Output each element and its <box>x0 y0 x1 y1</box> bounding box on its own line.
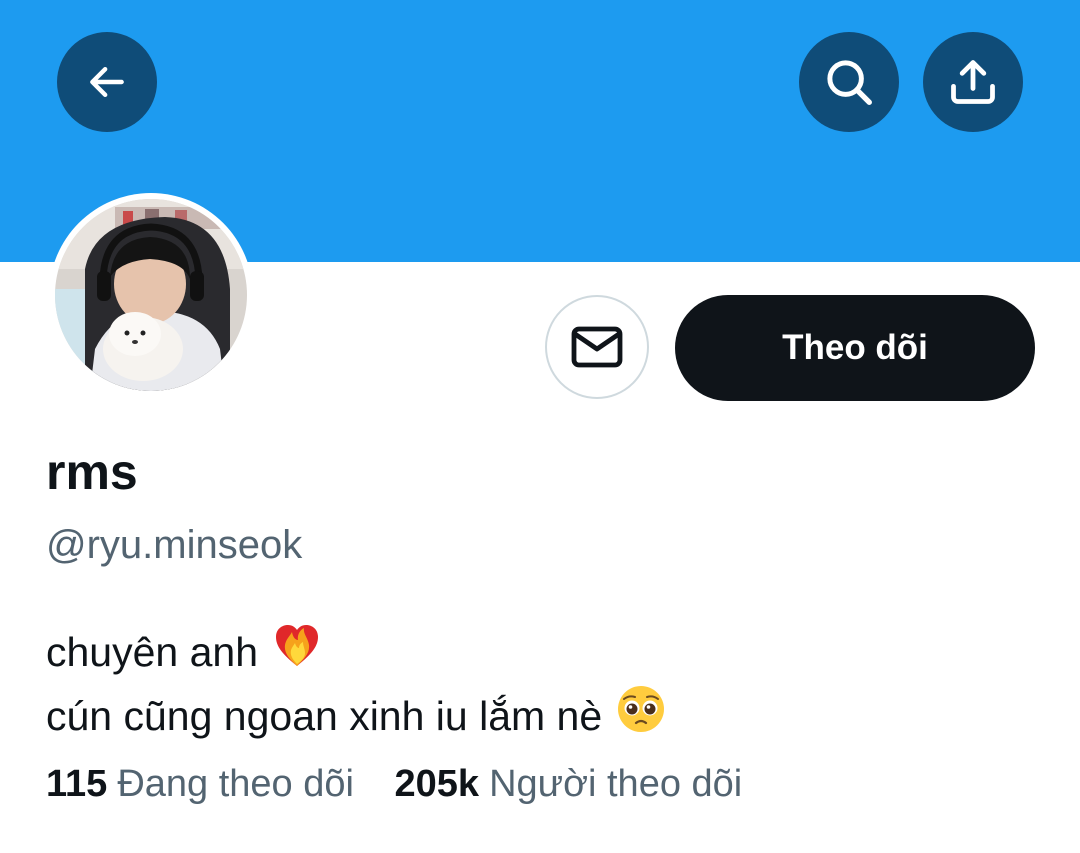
bio-text-1: chuyên anh <box>46 629 259 675</box>
pleading-face-emoji <box>616 684 666 748</box>
following-count: 115 <box>46 763 108 805</box>
following-label: Đang theo dõi <box>117 763 354 805</box>
heart-on-fire-emoji <box>272 620 322 684</box>
followers-count: 205k <box>394 763 480 805</box>
mail-icon <box>571 326 623 368</box>
display-name: rms <box>46 444 138 500</box>
bio-line-2: cún cũng ngoan xinh iu lắm nè <box>46 684 666 748</box>
search-button[interactable] <box>799 32 899 132</box>
arrow-left-icon <box>90 66 124 98</box>
following-stat[interactable]: 115 Đang theo dõi <box>46 759 354 809</box>
bio-text-2: cún cũng ngoan xinh iu lắm nè <box>46 693 603 739</box>
avatar-photo <box>55 199 247 391</box>
followers-stat[interactable]: 205k Người theo dõi <box>395 759 743 809</box>
back-button[interactable] <box>57 32 157 132</box>
username-handle: @ryu.minseok <box>46 523 303 567</box>
share-icon <box>951 60 995 104</box>
search-icon <box>827 60 872 105</box>
avatar[interactable] <box>49 193 253 397</box>
message-button[interactable] <box>545 295 649 399</box>
follow-button[interactable]: Theo dõi <box>675 295 1035 401</box>
follow-stats: 115 Đang theo dõi 205k Người theo dõi <box>46 759 772 809</box>
bio-line-1: chuyên anh <box>46 620 666 684</box>
profile-bio: chuyên anh cún cũng ngoan xinh iu lắm nè <box>46 620 666 748</box>
share-button[interactable] <box>923 32 1023 132</box>
followers-label: Người theo dõi <box>489 763 743 805</box>
